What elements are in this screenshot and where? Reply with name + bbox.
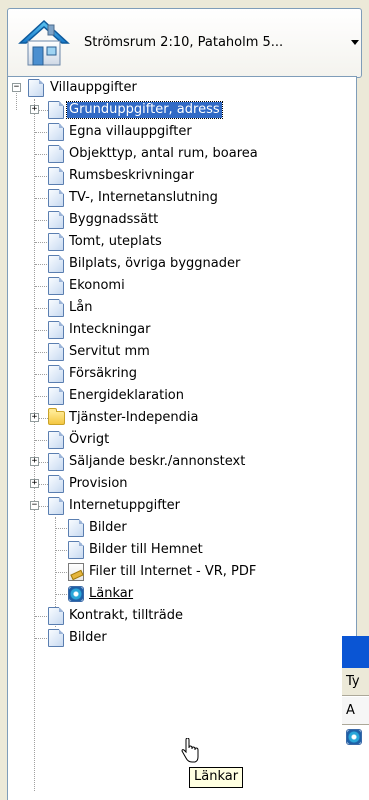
property-label: Strömsrum 2:10, Pataholm 5... (84, 35, 284, 50)
document-icon (48, 233, 64, 251)
tree-node[interactable]: Servitut mm (8, 341, 358, 363)
tree-node[interactable]: + Provision (8, 473, 358, 495)
expand-icon[interactable]: + (30, 413, 39, 422)
tree-node[interactable]: Bilder (8, 627, 358, 649)
document-icon (48, 387, 64, 405)
tree-node[interactable]: Bilder till Hemnet (8, 539, 358, 561)
tree-node[interactable]: Bilplats, övriga byggnader (8, 253, 358, 275)
tree-node[interactable]: Byggnadssätt (8, 209, 358, 231)
expand-icon[interactable]: + (30, 479, 39, 488)
hand-cursor-icon (181, 738, 199, 763)
tree-node[interactable]: Tomt, uteplats (8, 231, 358, 253)
document-icon (48, 101, 64, 119)
document-icon (48, 607, 64, 625)
house-icon (18, 19, 70, 66)
expand-icon[interactable]: + (30, 457, 39, 466)
tree-node-label: Objekttyp, antal rum, boarea (69, 146, 258, 161)
expand-icon[interactable]: + (30, 105, 39, 114)
tree-node[interactable]: TV-, Internetanslutning (8, 187, 358, 209)
tree-node-label: Försäkring (69, 366, 138, 381)
document-icon (48, 431, 64, 449)
tree-node-label: Tomt, uteplats (69, 234, 162, 249)
tree-node-label: Tjänster-Independia (69, 410, 199, 425)
folder-icon (48, 408, 65, 425)
tree-node-label: Lån (69, 300, 93, 315)
document-icon (48, 123, 64, 141)
document-icon (48, 189, 64, 207)
tree-node-grunduppgifter[interactable]: + Grunduppgifter, adress (8, 99, 358, 121)
column-header[interactable]: Ty (342, 668, 369, 696)
tree-node-label: Energideklaration (69, 388, 185, 403)
tree-node[interactable]: Rumsbeskrivningar (8, 165, 358, 187)
tree-node[interactable]: Inteckningar (8, 319, 358, 341)
table-row[interactable] (342, 726, 369, 754)
document-icon (48, 277, 64, 295)
chevron-down-icon[interactable] (351, 40, 359, 45)
tree-node[interactable]: Objekttyp, antal rum, boarea (8, 143, 358, 165)
tooltip: Länkar (189, 767, 244, 788)
document-icon (48, 211, 64, 229)
document-icon (68, 519, 84, 537)
tree-node[interactable]: Lån (8, 297, 358, 319)
tree-node-label: Bilder till Hemnet (89, 542, 203, 557)
tree-node-label: Filer till Internet - VR, PDF (89, 564, 257, 579)
tree-node-label: Kontrakt, tillträde (69, 608, 183, 623)
document-icon (48, 167, 64, 185)
tree-node[interactable]: + Tjänster-Independia (8, 407, 358, 429)
tree-node-root[interactable]: − Villauppgifter (8, 77, 358, 99)
tree-node[interactable]: Bilder (8, 517, 358, 539)
tree-node-internetuppgifter[interactable]: − Internetuppgifter (8, 495, 358, 517)
tree-node-label: Grunduppgifter, adress (66, 101, 223, 119)
document-icon (48, 497, 64, 515)
tree-node-label: Internetuppgifter (69, 498, 181, 513)
table-cell[interactable]: A (342, 697, 369, 725)
document-icon (48, 475, 64, 493)
document-icon (48, 255, 64, 273)
tree-node-label: Byggnadssätt (69, 212, 159, 227)
document-icon (48, 629, 64, 647)
document-icon (48, 343, 64, 361)
tree-view[interactable]: − Villauppgifter + Grunduppgifter, adres… (7, 76, 357, 800)
document-icon (48, 365, 64, 383)
collapse-icon[interactable]: − (30, 501, 39, 510)
background-window[interactable]: Ty A (342, 636, 369, 800)
tree-node-label: Bilder (89, 520, 127, 535)
tree-node[interactable]: Försäkring (8, 363, 358, 385)
document-icon (48, 321, 64, 339)
tree-node-label: Servitut mm (69, 344, 150, 359)
tree-node-label: Övrigt (69, 432, 110, 447)
tree-node-lankar[interactable]: Länkar (8, 583, 358, 605)
collapse-icon[interactable]: − (12, 83, 21, 92)
tree-node[interactable]: + Säljande beskr./annonstext (8, 451, 358, 473)
globe-icon (68, 586, 84, 602)
tree-node-label: Bilplats, övriga byggnader (69, 256, 241, 271)
tree-node-label: Ekonomi (69, 278, 125, 293)
tree-node-label: Rumsbeskrivningar (69, 168, 194, 183)
tree-node-label: Länkar (89, 586, 134, 601)
tree-node[interactable]: Kontrakt, tillträde (8, 605, 358, 627)
tree-node-label: Egna villauppgifter (69, 124, 192, 139)
tree-node-label: Villauppgifter (50, 80, 137, 95)
tree-node[interactable]: Övrigt (8, 429, 358, 451)
file-edit-icon (68, 563, 84, 581)
document-icon (48, 453, 64, 471)
tree-node[interactable]: Egna villauppgifter (8, 121, 358, 143)
document-icon (28, 79, 44, 97)
tree-node[interactable]: Energideklaration (8, 385, 358, 407)
tree-node[interactable]: Filer till Internet - VR, PDF (8, 561, 358, 583)
tree-node-label: Bilder (69, 630, 107, 645)
title-bar[interactable] (342, 636, 369, 668)
globe-icon (346, 729, 362, 745)
tree-node-label: Säljande beskr./annonstext (69, 454, 246, 469)
tree-node-label: TV-, Internetanslutning (69, 190, 218, 205)
document-icon (48, 299, 64, 317)
tree-node-label: Provision (69, 476, 128, 491)
tree-node[interactable]: Ekonomi (8, 275, 358, 297)
document-icon (68, 541, 84, 559)
tree-node-label: Inteckningar (69, 322, 151, 337)
document-icon (48, 145, 64, 163)
property-selector[interactable]: Strömsrum 2:10, Pataholm 5... (7, 8, 362, 78)
